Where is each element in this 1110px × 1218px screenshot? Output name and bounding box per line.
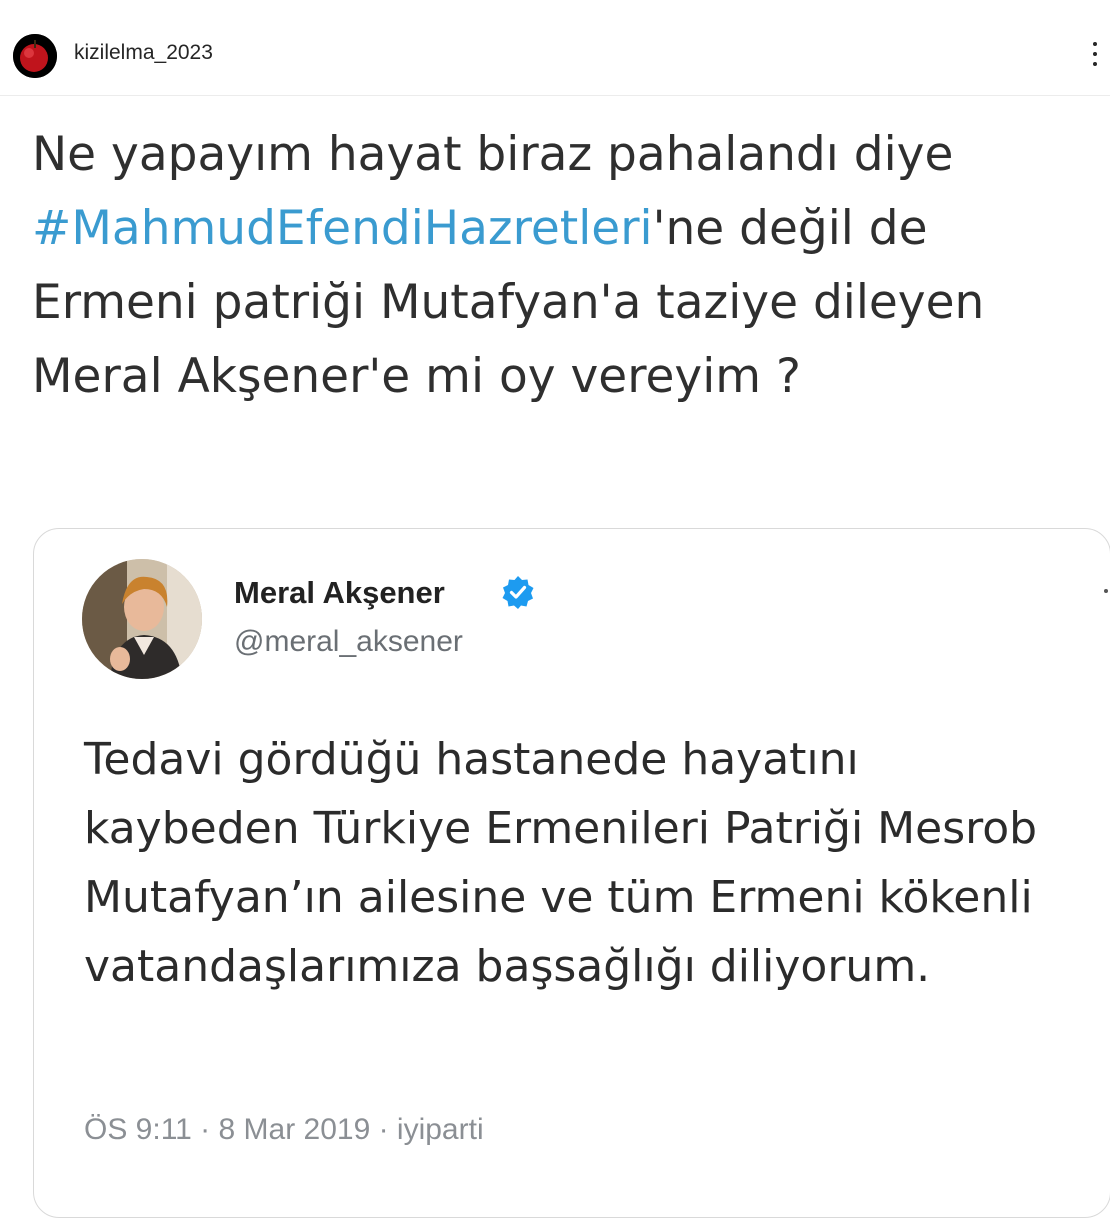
post-caption: Ne yapayım hayat biraz pahalandı diye #M… [32,118,1102,414]
tweet-body-text: Tedavi gördüğü hastanede hayatını kaybed… [84,734,1038,992]
tweet-author-avatar[interactable] [82,559,202,679]
tweet-author-name[interactable]: Meral Akşener [234,575,445,611]
tweet-timestamp[interactable]: ÖS 9:11 · 8 Mar 2019 · iyiparti [84,1113,484,1147]
more-options-icon[interactable] [1086,34,1104,74]
post-username[interactable]: kizilelma_2023 [74,41,213,65]
author-photo [82,559,202,679]
profile-avatar[interactable] [13,34,57,78]
quoted-tweet-card[interactable]: Meral Akşener @meral_aksener Tedavi görd… [33,528,1110,1218]
red-apple-icon [13,34,57,78]
verified-badge-icon [502,576,534,609]
card-edge-dot [1104,589,1108,593]
caption-hashtag-link[interactable]: #MahmudEfendiHazretleri [32,201,653,256]
tweet-author-handle[interactable]: @meral_aksener [234,625,463,659]
post-header: kizilelma_2023 [0,0,1110,96]
caption-text-before: Ne yapayım hayat biraz pahalandı diye [32,127,954,182]
